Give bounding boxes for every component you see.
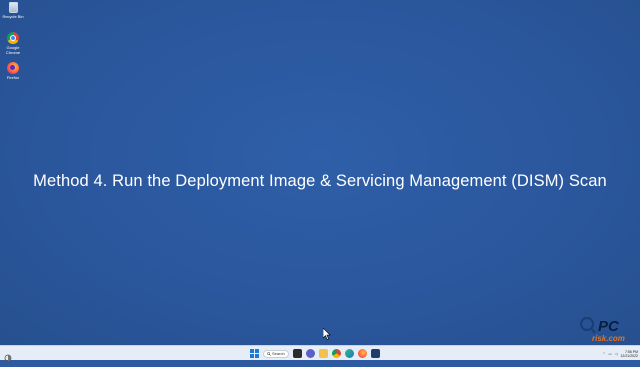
desktop-icon-firefox[interactable]: Firefox <box>2 62 24 80</box>
desktop-icon-label: Google Chrome <box>5 45 21 55</box>
pcrisk-watermark: PC risk.com <box>578 312 634 345</box>
search-icon <box>267 351 271 356</box>
volume-icon[interactable]: ◁ <box>615 352 618 356</box>
chevron-up-icon[interactable]: ⌃ <box>603 352 606 356</box>
edge-icon[interactable] <box>345 349 354 358</box>
desktop: Recycle Bin Google Chrome Firefox Method… <box>0 0 640 345</box>
system-tray: ⌃ ▭ ◁ 7:56 PM 12/21/2022 <box>603 348 638 359</box>
desktop-icon-label: Firefox <box>6 75 20 80</box>
desktop-icon-google-chrome[interactable]: Google Chrome <box>2 32 24 55</box>
taskbar-apps: Search <box>250 348 380 359</box>
taskbar-search[interactable]: Search <box>263 349 289 358</box>
firefox-icon <box>7 62 19 74</box>
chrome-icon <box>7 32 19 44</box>
widgets-icon[interactable] <box>4 349 12 362</box>
network-icon[interactable]: ▭ <box>608 352 611 356</box>
firefox-icon[interactable] <box>358 349 367 358</box>
chat-icon[interactable] <box>306 349 315 358</box>
desktop-icon-label: Recycle Bin <box>2 14 24 19</box>
taskbar: Search ⌃ ▭ ◁ 7:56 PM 12/21/2022 <box>0 345 640 362</box>
taskbar-clock[interactable]: 7:56 PM 12/21/2022 <box>620 350 638 358</box>
task-view-icon[interactable] <box>293 349 302 358</box>
method-headline: Method 4. Run the Deployment Image & Ser… <box>33 172 607 190</box>
svg-text:risk.com: risk.com <box>592 334 625 343</box>
start-button[interactable] <box>250 349 259 358</box>
desktop-icon-recycle-bin[interactable]: Recycle Bin <box>2 2 24 19</box>
file-explorer-icon[interactable] <box>319 349 328 358</box>
clock-date: 12/21/2022 <box>620 353 638 358</box>
search-label: Search <box>272 350 285 356</box>
chrome-icon[interactable] <box>332 349 341 358</box>
svg-text:PC: PC <box>598 318 620 335</box>
recycle-bin-icon <box>8 2 18 13</box>
app-icon[interactable] <box>371 349 380 358</box>
pcrisk-logo: PC risk.com <box>580 317 625 343</box>
